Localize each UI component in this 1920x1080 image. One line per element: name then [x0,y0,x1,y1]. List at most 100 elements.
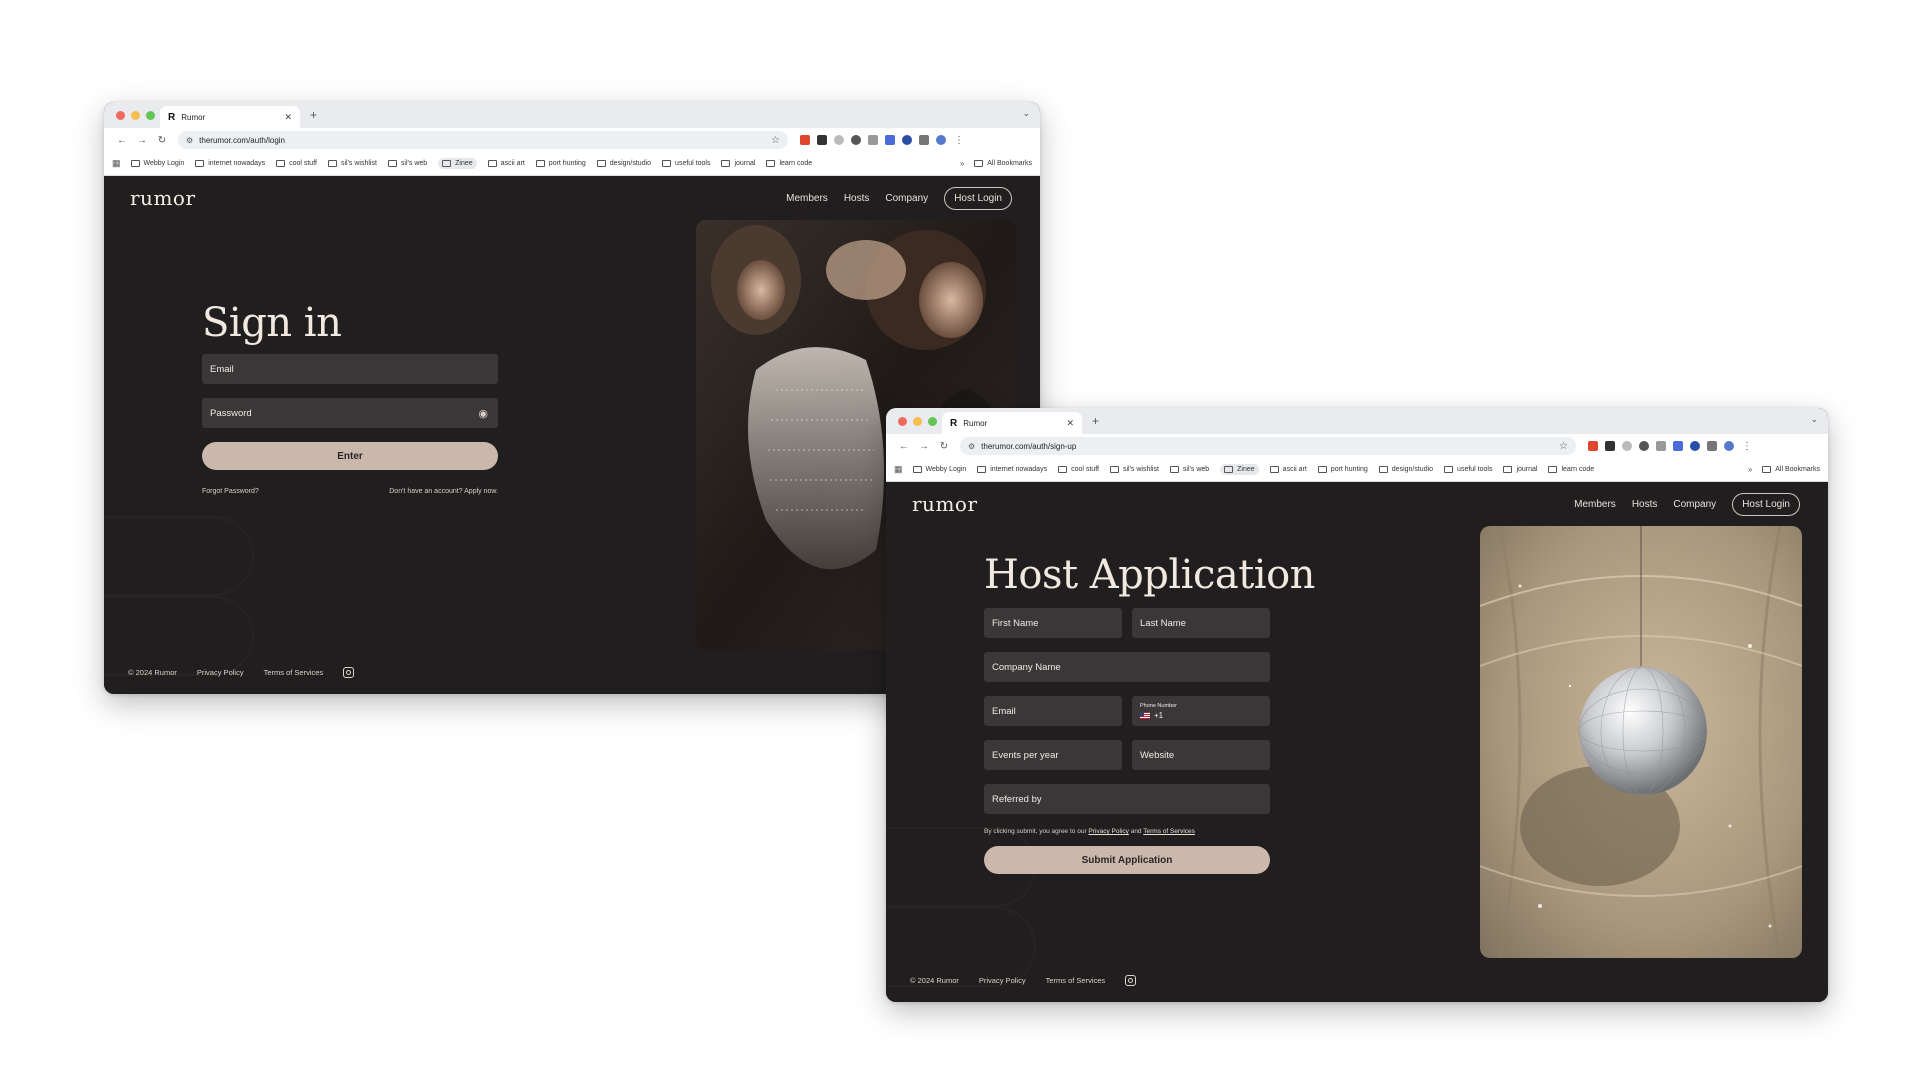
address-bar[interactable]: ⚙ therumor.com/auth/login ☆ [178,131,788,149]
address-bar[interactable]: ⚙ therumor.com/auth/sign-up ☆ [960,437,1576,455]
phone-number-input[interactable]: Phone Number +1 [1132,696,1270,726]
extension-icon[interactable] [851,135,861,145]
extension-icon[interactable] [868,135,878,145]
maximize-window-button[interactable] [146,111,155,120]
bookmark-folder[interactable]: design/studio [1378,466,1433,473]
privacy-policy-link[interactable]: Privacy Policy [197,668,244,677]
bookmark-folder[interactable]: sil's wishlist [327,160,377,167]
reload-icon[interactable]: ↻ [152,135,172,146]
bookmark-star-icon[interactable]: ☆ [1559,441,1568,452]
extension-icon[interactable] [1605,441,1615,451]
enter-button[interactable]: Enter [202,442,498,470]
puzzle-icon[interactable] [1707,441,1717,451]
instagram-icon[interactable] [343,667,355,678]
bookmark-folder[interactable]: Webby Login [130,160,184,167]
host-login-button[interactable]: Host Login [1732,493,1800,516]
terms-link[interactable]: Terms of Services [1046,976,1106,985]
apply-now-link[interactable]: Don't have an account? Apply now. [384,488,498,495]
nav-members[interactable]: Members [786,193,828,204]
events-per-year-input[interactable]: Events per year [984,740,1122,770]
agreement-privacy-link[interactable]: Privacy Policy [1088,828,1128,835]
submit-application-button[interactable]: Submit Application [984,846,1270,874]
maximize-window-button[interactable] [928,417,937,426]
bookmark-folder[interactable]: ascii art [1269,466,1307,473]
bookmark-folder[interactable]: cool stuff [276,160,317,167]
more-bookmarks-icon[interactable]: » [960,159,964,168]
extension-icon[interactable] [885,135,895,145]
bookmark-folder[interactable]: useful tools [1444,466,1492,473]
nav-company[interactable]: Company [1673,499,1716,510]
profile-avatar-icon[interactable] [936,135,946,145]
privacy-policy-link[interactable]: Privacy Policy [979,976,1026,985]
show-password-eye-icon[interactable]: ◉ [478,407,488,420]
terms-link[interactable]: Terms of Services [264,668,324,677]
profile-avatar-icon[interactable] [1724,441,1734,451]
bookmark-folder[interactable]: port hunting [535,160,586,167]
bookmark-star-icon[interactable]: ☆ [771,135,780,146]
minimize-window-button[interactable] [913,417,922,426]
apps-grid-icon[interactable]: ▦ [894,464,903,475]
instagram-icon[interactable] [1125,975,1137,986]
email-input[interactable]: Email [202,354,498,384]
site-settings-icon[interactable]: ⚙ [186,136,193,145]
bookmark-folder[interactable]: sil's web [387,160,427,167]
rumor-logo[interactable]: rumor [130,186,196,210]
extension-icon[interactable] [1690,441,1700,451]
email-input[interactable]: Email [984,696,1122,726]
bookmark-folder[interactable]: internet nowadays [977,466,1047,473]
bookmark-folder[interactable]: sil's web [1169,466,1209,473]
rumor-logo[interactable]: rumor [912,492,978,516]
more-menu-icon[interactable]: ⋮ [954,135,964,146]
bookmark-folder[interactable]: journal [721,160,755,167]
extension-icon[interactable] [1656,441,1666,451]
bookmark-folder[interactable]: journal [1503,466,1537,473]
forward-icon[interactable]: → [132,135,152,146]
extension-icon[interactable] [817,135,827,145]
bookmark-folder[interactable]: learn code [766,160,812,167]
bookmark-folder[interactable]: learn code [1548,466,1594,473]
more-menu-icon[interactable]: ⋮ [1742,441,1752,452]
extension-icon[interactable] [902,135,912,145]
bookmark-folder[interactable]: cool stuff [1058,466,1099,473]
extension-icon[interactable] [1588,441,1598,451]
extension-icon[interactable] [800,135,810,145]
extension-icon[interactable] [1639,441,1649,451]
puzzle-icon[interactable] [919,135,929,145]
nav-hosts[interactable]: Hosts [1632,499,1658,510]
close-window-button[interactable] [116,111,125,120]
nav-company[interactable]: Company [885,193,928,204]
browser-tab[interactable]: R Rumor ✕ [942,412,1082,434]
agreement-terms-link[interactable]: Terms of Services [1143,828,1195,835]
all-bookmarks-folder[interactable]: All Bookmarks [1762,466,1820,473]
chevron-down-icon[interactable]: ⌄ [1810,414,1818,425]
apps-grid-icon[interactable]: ▦ [112,158,121,169]
new-tab-icon[interactable]: + [310,108,317,122]
last-name-input[interactable]: Last Name [1132,608,1270,638]
site-settings-icon[interactable]: ⚙ [968,442,975,451]
phone-country-selector[interactable]: +1 [1140,711,1163,720]
website-input[interactable]: Website [1132,740,1270,770]
bookmark-folder[interactable]: Zinee [438,158,477,169]
extension-icon[interactable] [834,135,844,145]
forgot-password-link[interactable]: Forgot Password? [202,488,259,495]
new-tab-icon[interactable]: + [1092,414,1099,428]
back-icon[interactable]: ← [112,135,132,146]
close-tab-icon[interactable]: ✕ [284,112,292,123]
bookmark-folder[interactable]: internet nowadays [195,160,265,167]
referred-by-input[interactable]: Referred by [984,784,1270,814]
more-bookmarks-icon[interactable]: » [1748,465,1752,474]
close-tab-icon[interactable]: ✕ [1066,418,1074,429]
bookmark-folder[interactable]: ascii art [487,160,525,167]
chevron-down-icon[interactable]: ⌄ [1022,108,1030,119]
nav-hosts[interactable]: Hosts [844,193,870,204]
password-input[interactable]: Password ◉ [202,398,498,428]
extension-icon[interactable] [1673,441,1683,451]
close-window-button[interactable] [898,417,907,426]
bookmark-folder[interactable]: port hunting [1317,466,1368,473]
browser-tab[interactable]: R Rumor ✕ [160,106,300,128]
nav-members[interactable]: Members [1574,499,1616,510]
extension-icon[interactable] [1622,441,1632,451]
all-bookmarks-folder[interactable]: All Bookmarks [974,160,1032,167]
host-login-button[interactable]: Host Login [944,187,1012,210]
bookmark-folder[interactable]: Webby Login [912,466,966,473]
